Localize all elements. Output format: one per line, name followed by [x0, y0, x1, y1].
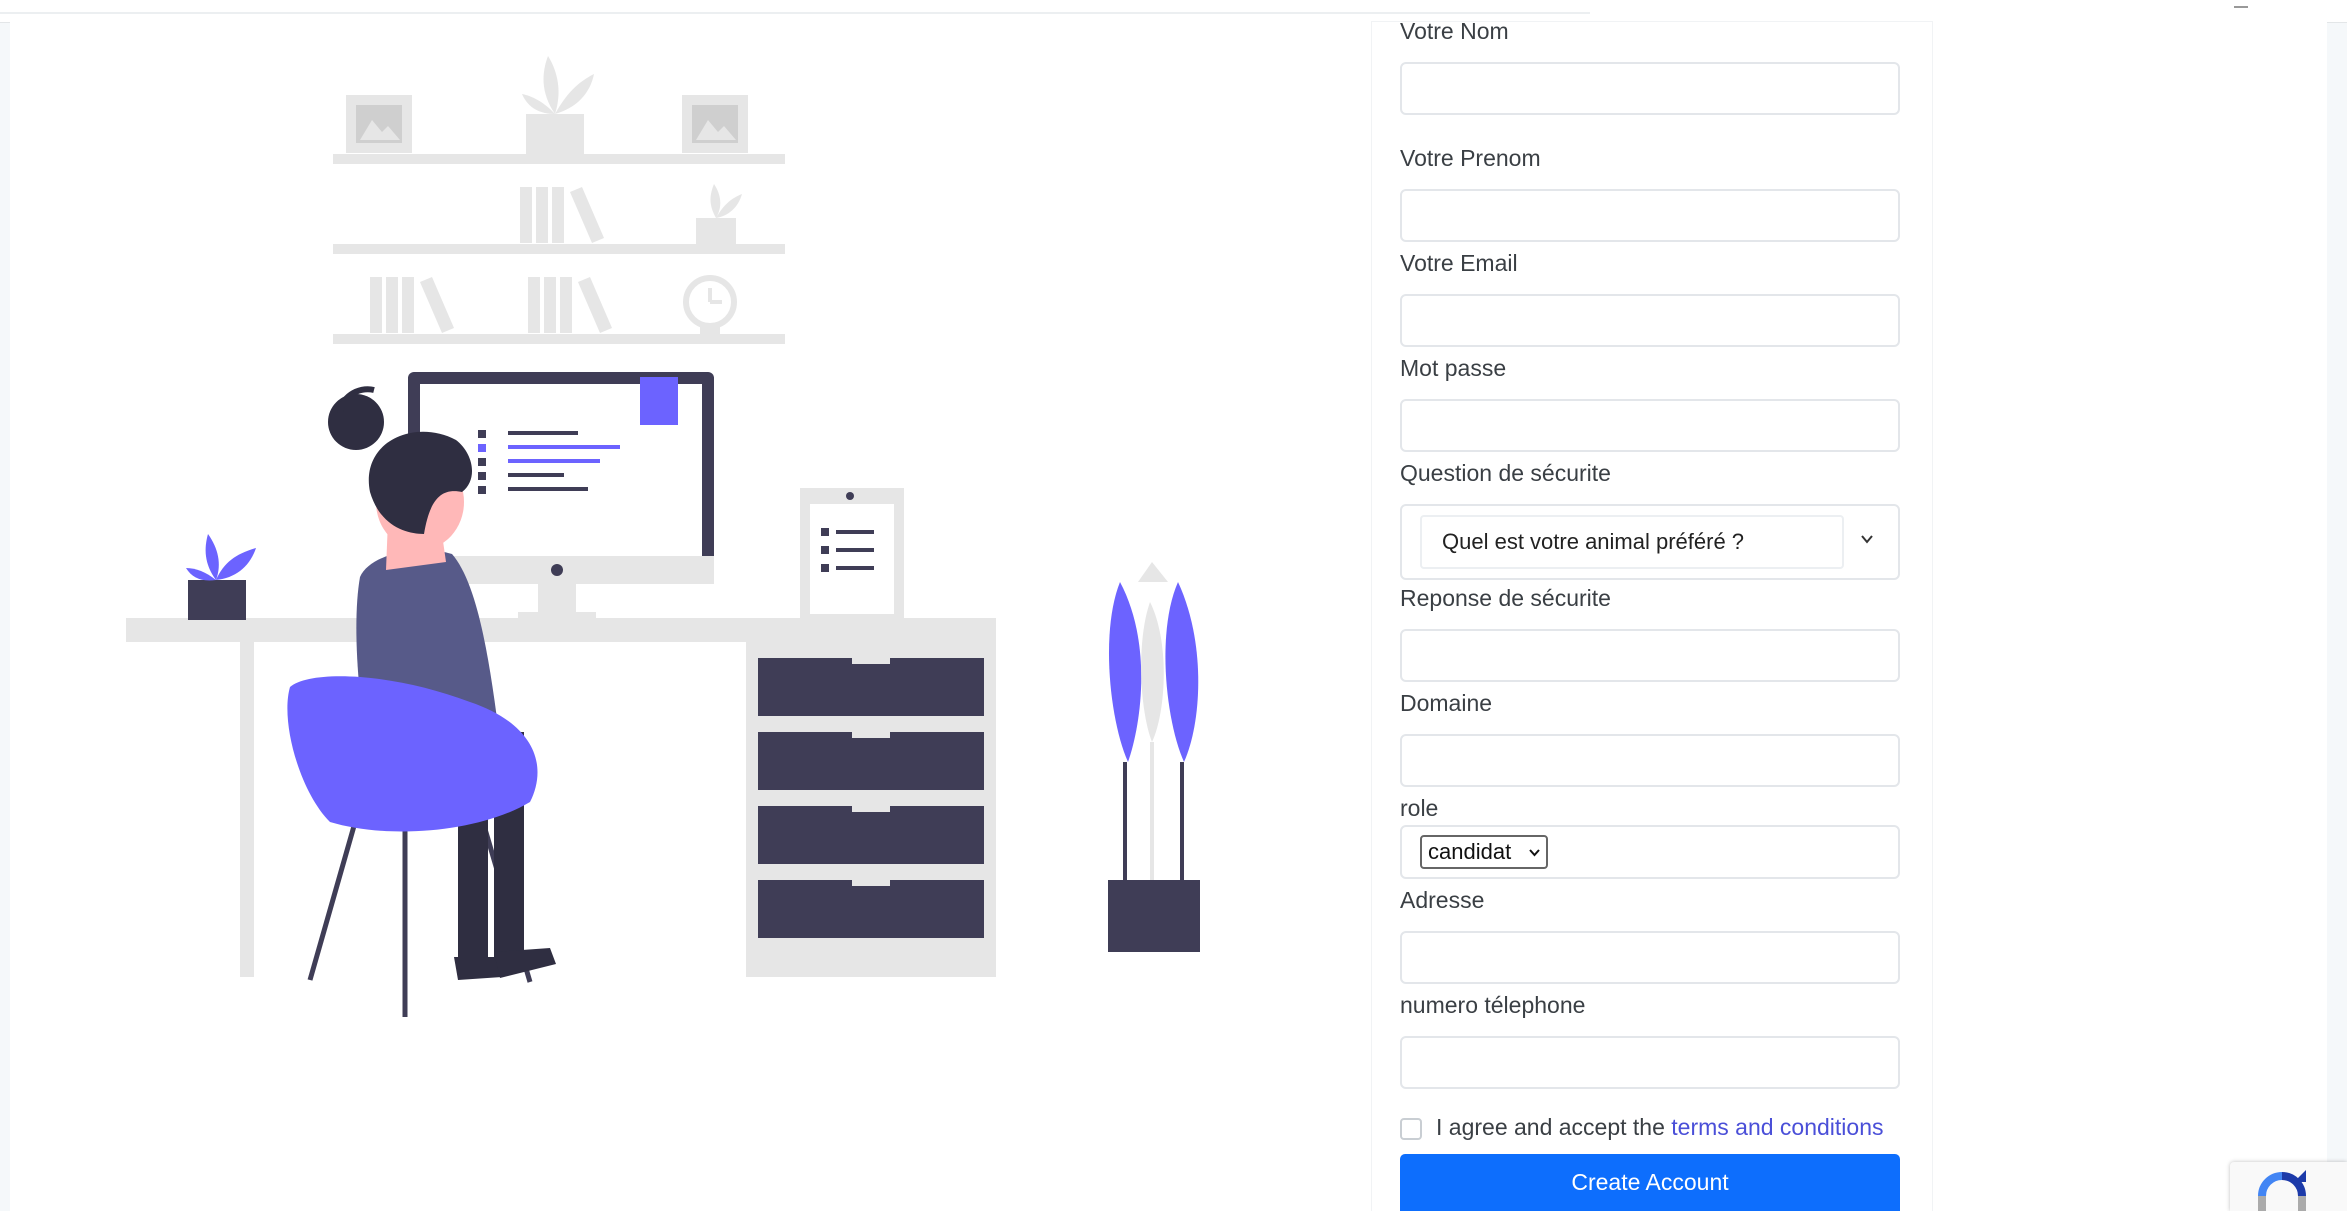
nom-label: Votre Nom [1400, 18, 1509, 44]
terms-link[interactable]: terms and conditions [1671, 1114, 1883, 1140]
desk [126, 618, 996, 977]
telephone-input[interactable] [1400, 1036, 1900, 1089]
nom-input[interactable] [1400, 62, 1900, 115]
security-question-select[interactable]: Quel est votre animal préféré ? [1400, 504, 1900, 580]
password-label: Mot passe [1400, 355, 1507, 381]
question-label: Question de sécurite [1400, 460, 1611, 486]
role-label: role [1400, 795, 1439, 821]
password-input[interactable] [1400, 399, 1900, 452]
terms-checkbox[interactable] [1400, 1118, 1422, 1140]
clipboard [800, 488, 904, 618]
browser-top-bar [0, 0, 2347, 23]
role-select[interactable]: candidat [1420, 835, 1548, 869]
role-value: candidat [1428, 839, 1512, 864]
agree-text: I agree and accept the [1436, 1114, 1665, 1140]
prenom-input[interactable] [1400, 189, 1900, 242]
chevron-down-icon [1529, 849, 1540, 857]
domaine-input[interactable] [1400, 734, 1900, 787]
reponse-label: Reponse de sécurite [1400, 585, 1611, 611]
adresse-label: Adresse [1400, 887, 1485, 913]
adresse-input[interactable] [1400, 931, 1900, 984]
terms-agreement: I agree and accept the terms and conditi… [1436, 1114, 1884, 1141]
registration-form: Votre Nom Votre Prenom Votre Email Mot p… [1372, 18, 1932, 1211]
potted-plant [1108, 562, 1200, 952]
signup-page: Votre Nom Votre Prenom Votre Email Mot p… [10, 18, 2327, 1211]
workspace-illustration [126, 56, 1200, 1017]
prenom-label: Votre Prenom [1400, 145, 1541, 171]
wall-shelves [333, 56, 785, 344]
telephone-label: numero télephone [1400, 992, 1586, 1018]
reponse-input[interactable] [1400, 629, 1900, 682]
security-question-value[interactable]: Quel est votre animal préféré ? [1420, 515, 1844, 569]
small-plant [186, 534, 256, 620]
minimize-icon[interactable] [2234, 6, 2248, 8]
recaptcha-icon [2258, 1170, 2306, 1211]
email-label: Votre Email [1400, 250, 1518, 276]
recaptcha-badge[interactable] [2230, 1162, 2347, 1211]
role-field: candidat [1400, 825, 1900, 879]
create-account-button[interactable]: Create Account [1400, 1154, 1900, 1211]
chevron-down-icon[interactable] [1860, 532, 1874, 546]
top-divider [0, 12, 1590, 14]
email-input[interactable] [1400, 294, 1900, 347]
domaine-label: Domaine [1400, 690, 1493, 716]
